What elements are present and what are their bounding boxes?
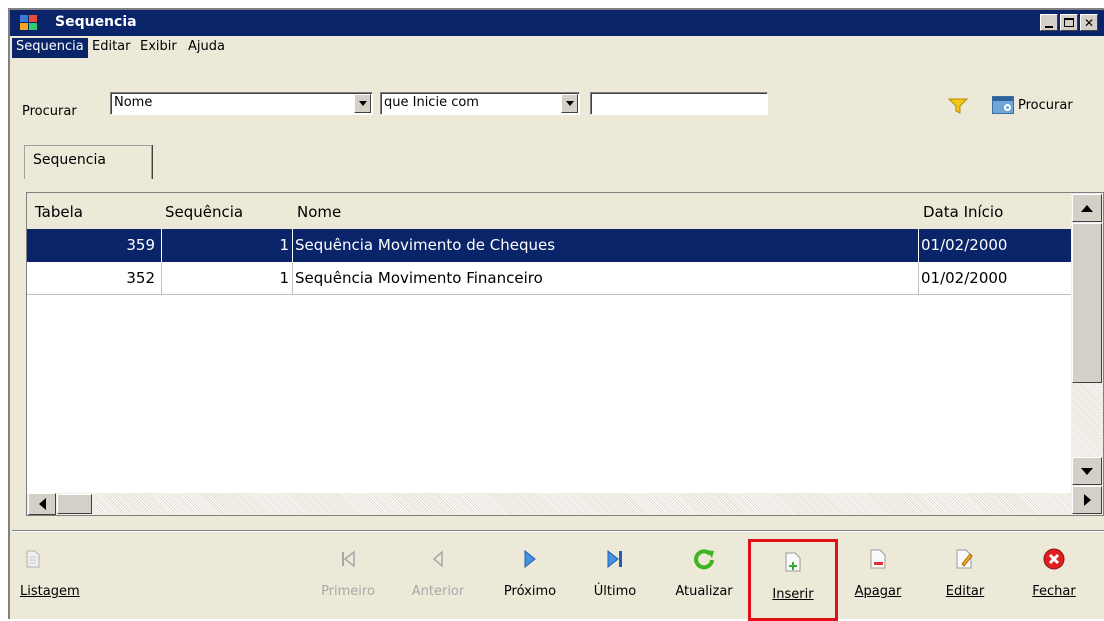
- minimize-icon: [1045, 25, 1053, 28]
- search-field-value: Nome: [114, 95, 153, 110]
- document-icon: [20, 544, 100, 574]
- previous-icon: [406, 544, 470, 574]
- data-grid: Tabela Sequência Nome Data Início 359 1 …: [26, 192, 1104, 516]
- menu-sequencia[interactable]: Sequencia: [12, 38, 88, 58]
- arrow-down-icon: [1081, 467, 1093, 475]
- cell-nome: Sequência Movimento de Cheques: [295, 236, 556, 254]
- vertical-scrollbar[interactable]: [1071, 193, 1103, 515]
- close-icon: [1024, 544, 1084, 574]
- title-bar[interactable]: Sequencia ✕: [10, 10, 1104, 36]
- scroll-down-button[interactable]: [1072, 457, 1102, 485]
- cell-sequencia: 1: [279, 236, 289, 254]
- editar-button[interactable]: Editar: [938, 544, 992, 618]
- app-icon: [20, 15, 37, 31]
- procurar-button[interactable]: Procurar: [992, 96, 1073, 114]
- cell-sequencia: 1: [279, 269, 289, 287]
- last-icon: [588, 544, 642, 574]
- edit-document-icon: [938, 544, 992, 574]
- ultimo-button[interactable]: Último: [588, 544, 642, 618]
- search-window-icon: [992, 96, 1014, 114]
- inserir-label: Inserir: [772, 587, 814, 602]
- tab-sequencia[interactable]: Sequencia: [24, 145, 152, 179]
- search-text-input[interactable]: [590, 92, 768, 115]
- fechar-label: Fechar: [1032, 584, 1076, 599]
- new-document-icon: [751, 547, 835, 577]
- toolbar-separator: [12, 530, 1104, 532]
- listagem-label: Listagem: [20, 584, 80, 599]
- menu-ajuda[interactable]: Ajuda: [184, 38, 229, 58]
- search-condition-value: que Inicie com: [384, 95, 479, 110]
- cell-tabela: 352: [126, 269, 155, 287]
- delete-document-icon: [846, 544, 910, 574]
- search-field-select[interactable]: Nome: [110, 92, 373, 115]
- anterior-label: Anterior: [411, 584, 465, 599]
- scroll-right-button[interactable]: [1072, 486, 1102, 514]
- table-row[interactable]: 352 1 Sequência Movimento Financeiro 01/…: [27, 262, 1071, 295]
- grid-header: Tabela Sequência Nome Data Início: [27, 193, 1071, 229]
- menu-bar: Sequencia Editar Exibir Ajuda: [10, 36, 1104, 59]
- refresh-icon: [666, 544, 742, 574]
- column-header-tabela[interactable]: Tabela: [35, 203, 83, 221]
- main-window: Sequencia ✕ Sequencia Editar Exibir Ajud…: [8, 8, 1104, 621]
- vertical-scroll-thumb[interactable]: [1072, 223, 1102, 383]
- procurar-label: Procurar: [1018, 97, 1073, 113]
- apagar-label: Apagar: [854, 584, 902, 599]
- filter-icon[interactable]: [947, 98, 969, 114]
- proximo-button[interactable]: Próximo: [498, 544, 562, 618]
- search-label: Procurar: [22, 104, 77, 119]
- primeiro-label: Primeiro: [321, 584, 375, 599]
- horizontal-scroll-thumb[interactable]: [57, 494, 92, 514]
- tab-sequencia-label: Sequencia: [33, 152, 106, 168]
- close-window-button[interactable]: ✕: [1080, 14, 1098, 31]
- column-header-sequencia[interactable]: Sequência: [165, 203, 243, 221]
- menu-editar[interactable]: Editar: [88, 38, 135, 58]
- fechar-button[interactable]: Fechar: [1024, 544, 1084, 618]
- cell-data-inicio: 01/02/2000: [921, 236, 1008, 254]
- atualizar-button[interactable]: Atualizar: [666, 544, 742, 618]
- table-row[interactable]: 359 1 Sequência Movimento de Cheques 01/…: [27, 229, 1071, 262]
- apagar-button[interactable]: Apagar: [846, 544, 910, 618]
- arrow-left-icon: [38, 498, 46, 510]
- scroll-left-button[interactable]: [28, 493, 56, 515]
- search-field-dropdown-button[interactable]: [354, 94, 371, 113]
- next-icon: [498, 544, 562, 574]
- window-title: Sequencia: [55, 14, 137, 30]
- column-header-data-inicio[interactable]: Data Início: [923, 203, 1003, 221]
- close-x-icon: ✕: [1083, 15, 1095, 30]
- search-condition-dropdown-button[interactable]: [561, 94, 578, 113]
- editar-label: Editar: [945, 584, 985, 599]
- atualizar-label: Atualizar: [675, 584, 733, 599]
- proximo-label: Próximo: [503, 584, 557, 599]
- horizontal-scrollbar[interactable]: [27, 493, 1071, 515]
- arrow-right-icon: [1083, 494, 1091, 506]
- minimize-button[interactable]: [1040, 14, 1058, 31]
- cell-tabela: 359: [126, 236, 155, 254]
- menu-exibir[interactable]: Exibir: [136, 38, 181, 58]
- search-condition-select[interactable]: que Inicie com: [380, 92, 580, 115]
- ultimo-label: Último: [593, 584, 637, 599]
- first-icon: [320, 544, 376, 574]
- cell-data-inicio: 01/02/2000: [921, 269, 1008, 287]
- cell-nome: Sequência Movimento Financeiro: [295, 269, 543, 287]
- maximize-button[interactable]: [1060, 14, 1078, 31]
- listagem-button[interactable]: Listagem: [20, 544, 100, 618]
- inserir-button[interactable]: Inserir: [748, 539, 838, 621]
- anterior-button[interactable]: Anterior: [406, 544, 470, 618]
- scroll-up-button[interactable]: [1072, 194, 1102, 222]
- column-header-nome[interactable]: Nome: [297, 203, 341, 221]
- arrow-up-icon: [1081, 204, 1093, 212]
- primeiro-button[interactable]: Primeiro: [320, 544, 376, 618]
- maximize-icon: [1064, 18, 1074, 27]
